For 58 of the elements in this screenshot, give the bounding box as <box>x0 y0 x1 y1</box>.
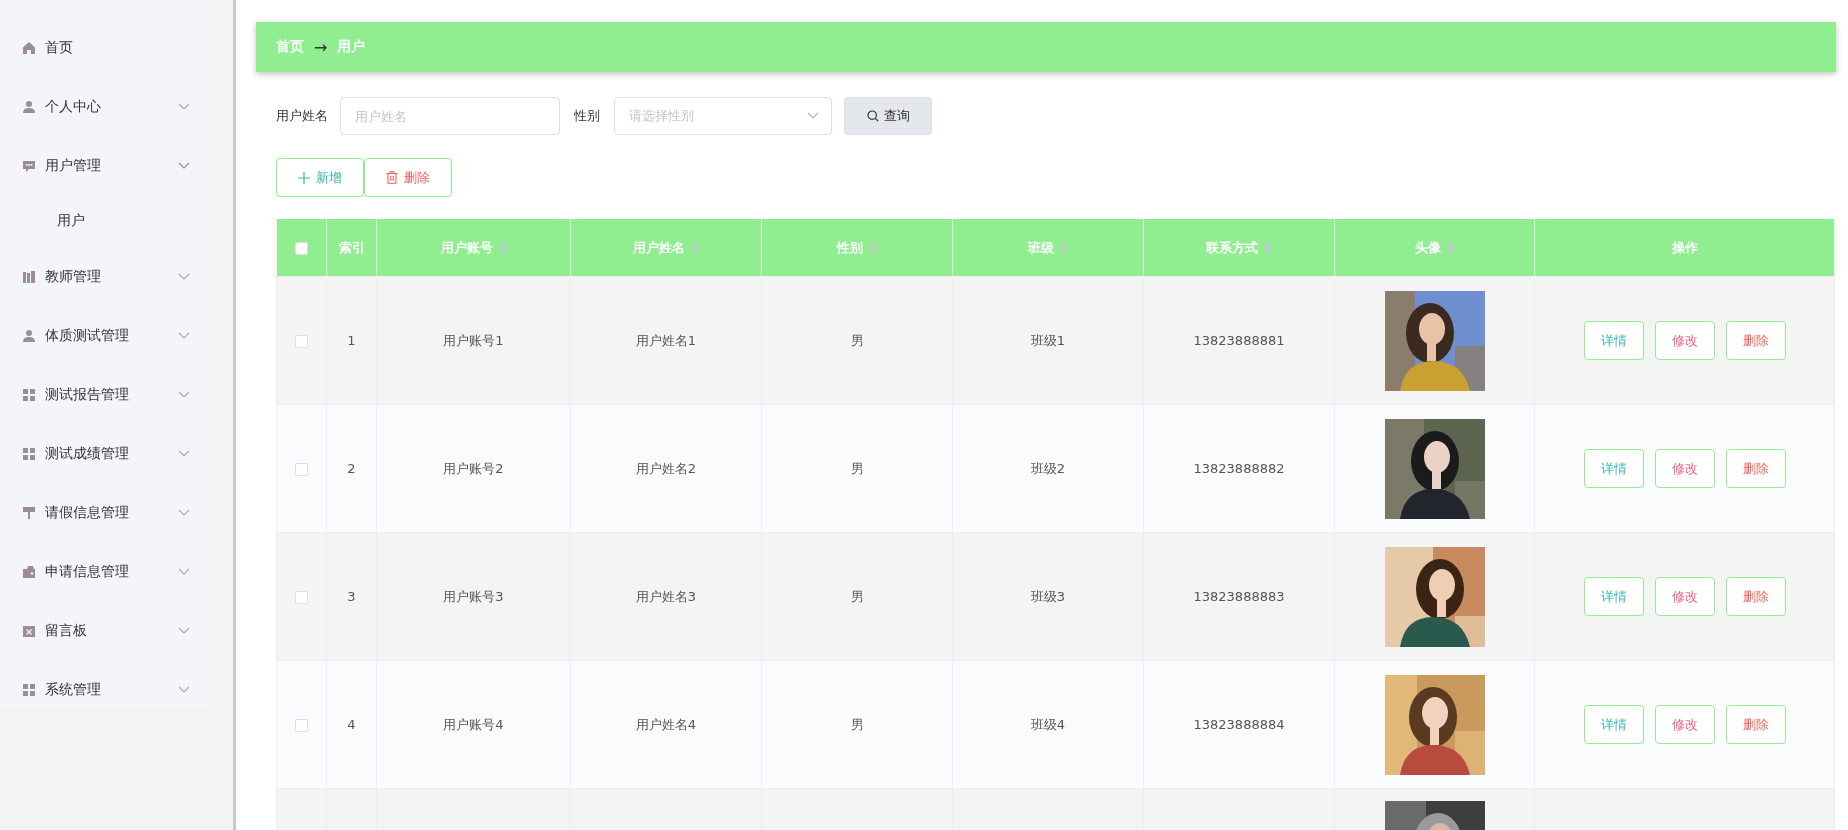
column-header: 索引 <box>338 238 365 257</box>
table-cell: 班级4 <box>1030 716 1066 732</box>
delete-button[interactable]: 删除 <box>1725 705 1786 744</box>
table-cell: 班级1 <box>1030 332 1066 348</box>
table-cell: 班级3 <box>1030 588 1066 604</box>
table-cell: 男 <box>850 460 864 476</box>
sidebar-item[interactable]: 请假信息管理 <box>0 483 208 542</box>
table-cell: 4 <box>347 717 356 732</box>
edit-button[interactable]: 修改 <box>1654 705 1715 744</box>
table-cell: 男 <box>850 332 864 348</box>
table-cell: 班级2 <box>1030 460 1066 476</box>
field-label: 用户姓名 <box>276 107 328 125</box>
table-cell: 用户姓名1 <box>635 332 697 348</box>
sidebar-item[interactable]: 用户管理 <box>0 136 208 195</box>
sidebar-item[interactable]: 首页 <box>0 18 208 77</box>
delete-button[interactable]: 删除 <box>364 158 452 197</box>
sidebar-item[interactable]: 系统管理 <box>0 660 208 719</box>
table-cell: 13823888883 <box>1193 589 1285 604</box>
sidebar-item[interactable]: 个人中心 <box>0 77 208 136</box>
sidebar-item[interactable]: 申请信息管理 <box>0 542 208 601</box>
table-cell: 用户账号3 <box>443 588 504 604</box>
table-cell: 男 <box>850 716 864 732</box>
field-label: 性别 <box>574 107 600 125</box>
name-input[interactable]: 用户姓名 <box>340 97 560 135</box>
add-button[interactable]: 新增 <box>276 158 364 197</box>
delete-button[interactable]: 删除 <box>1725 449 1786 488</box>
table-cell: 2 <box>347 461 356 476</box>
sidebar-item[interactable]: 测试成绩管理 <box>0 424 208 483</box>
delete-button[interactable]: 删除 <box>1725 577 1786 616</box>
breadcrumb-separator: → <box>314 37 328 57</box>
table-cell: 13823888881 <box>1193 333 1285 348</box>
table-cell: 用户账号1 <box>443 332 504 348</box>
sidebar-item[interactable]: 体质测试管理 <box>0 306 208 365</box>
table-cell: 3 <box>347 589 356 604</box>
detail-button[interactable]: 详情 <box>1583 449 1644 488</box>
sidebar-item[interactable]: 测试报告管理 <box>0 365 208 424</box>
detail-button[interactable]: 详情 <box>1583 577 1644 616</box>
sidebar-item[interactable]: 留言板 <box>0 601 208 660</box>
table-cell: 用户账号4 <box>443 716 504 732</box>
table-cell: 1 <box>347 333 356 348</box>
table-cell: 用户姓名4 <box>635 716 697 732</box>
table-cell: 13823888882 <box>1193 461 1285 476</box>
table-cell: 用户姓名2 <box>635 460 697 476</box>
edit-button[interactable]: 修改 <box>1654 449 1715 488</box>
table-cell: 用户姓名3 <box>635 588 697 604</box>
table-cell: 13823888884 <box>1193 717 1285 732</box>
detail-button[interactable]: 详情 <box>1583 705 1644 744</box>
delete-button[interactable]: 删除 <box>1725 321 1786 360</box>
sidebar-subitem[interactable]: 用户 <box>0 195 208 247</box>
table-cell: 用户账号2 <box>443 460 504 476</box>
edit-button[interactable]: 修改 <box>1654 321 1715 360</box>
table-cell: 男 <box>850 588 864 604</box>
column-header: 操作 <box>1671 238 1698 257</box>
sidebar-item[interactable]: 教师管理 <box>0 247 208 306</box>
edit-button[interactable]: 修改 <box>1654 577 1715 616</box>
detail-button[interactable]: 详情 <box>1583 321 1644 360</box>
gender-select[interactable]: 请选择性别 <box>614 97 832 135</box>
search-button[interactable]: 查询 <box>844 97 932 135</box>
